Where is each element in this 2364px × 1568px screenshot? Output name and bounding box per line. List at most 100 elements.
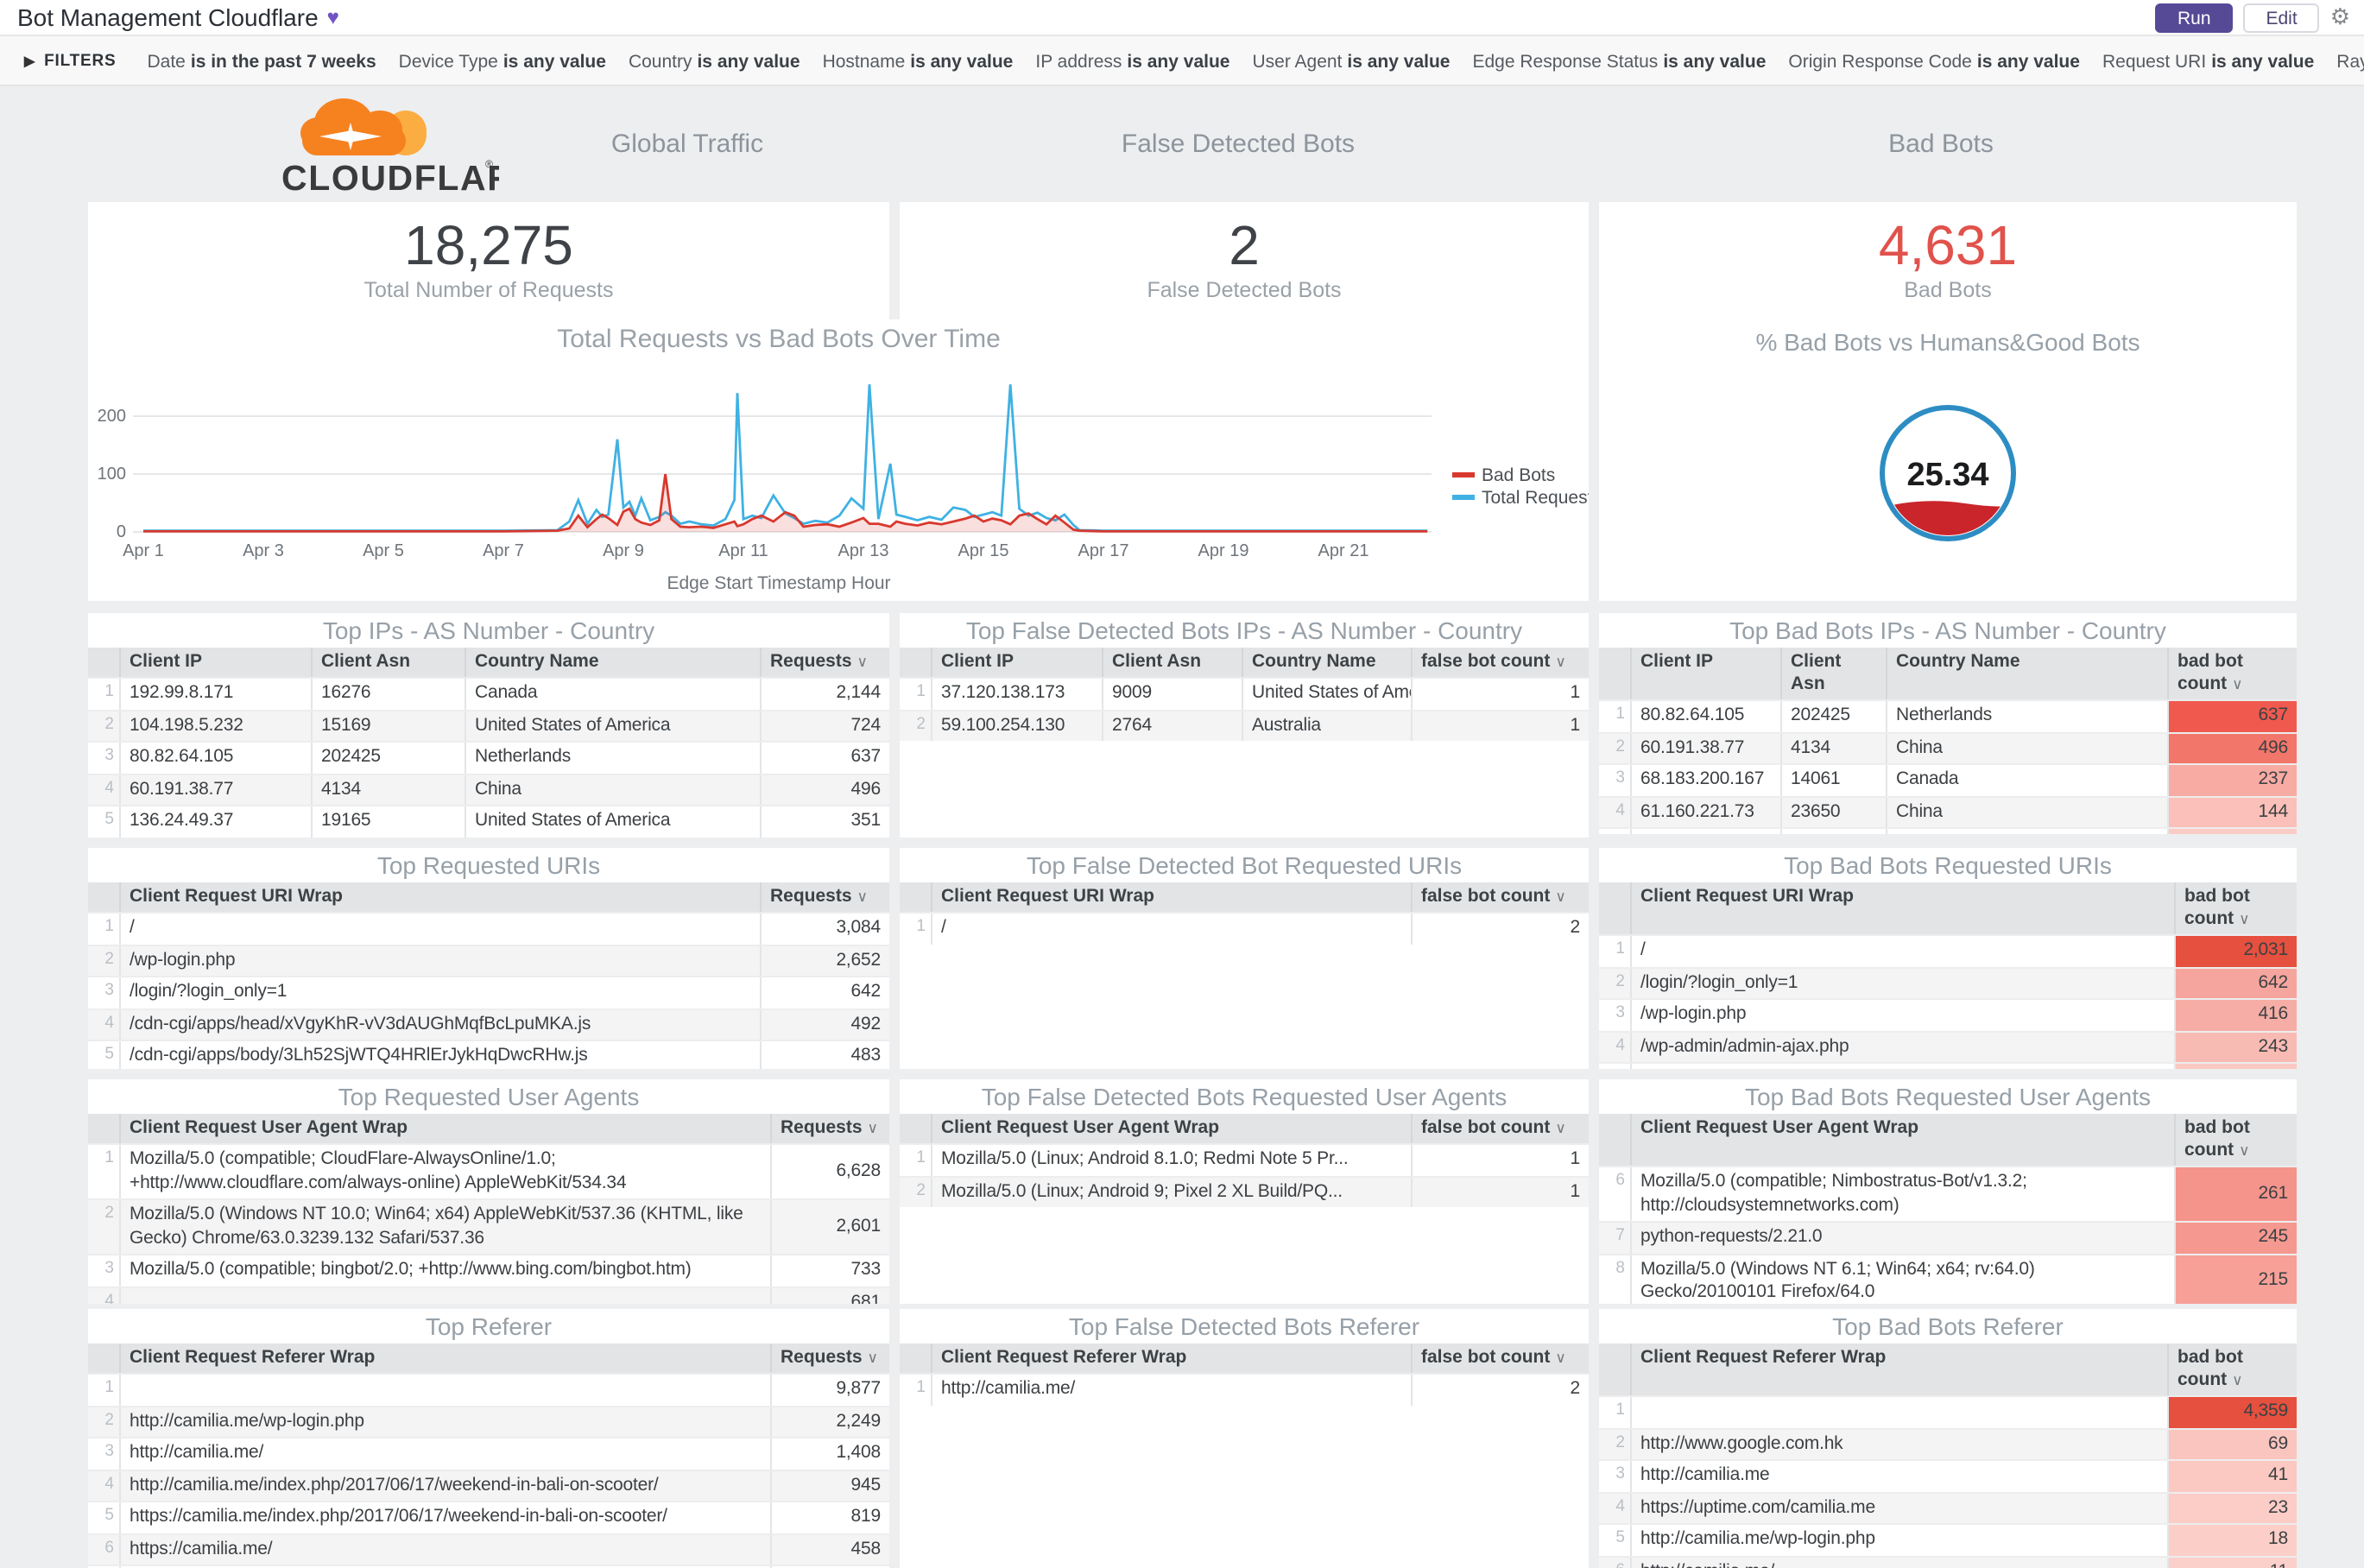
column-header: Client IP [1630,648,1780,699]
cell [119,1287,770,1304]
chart-title: Total Requests vs Bad Bots Over Time [557,325,1001,353]
row-number: 6 [1615,1171,1625,1190]
table-row: 3 http://camilia.me/1,408 [88,1437,889,1469]
cell: python-requests/2.21.0 [1630,1223,2174,1253]
cell: 642 [2174,968,2297,998]
cell: 3,084 [760,914,889,944]
run-button[interactable]: Run [2154,3,2234,32]
row-number: 4 [1615,1035,1625,1054]
cell [1630,1397,2167,1427]
filter-field: Country [628,52,692,73]
filter-item[interactable]: Device Type is any value [399,52,606,73]
row-number: 4 [104,1013,114,1032]
cell: United States of America [1242,679,1411,709]
table-header-row: Client Request URI Wrap bad bot count ∨ [1599,882,2297,934]
column-header[interactable]: false bot count ∨ [1411,1114,1589,1143]
gauge-tile-bad-bots-percent: % Bad Bots vs Humans&Good Bots 25.34 [1599,319,2297,601]
column-header[interactable]: Requests ∨ [770,1344,889,1373]
column-header: Client IP [931,648,1102,677]
cell: 19165 [311,806,465,837]
table-row: 3/login/?login_only=1 642 [88,976,889,1008]
filter-item[interactable]: User Agent is any value [1253,52,1451,73]
filter-item[interactable]: Hostname is any value [823,52,1014,73]
filter-item[interactable]: Request URI is any value [2102,52,2314,73]
filter-item[interactable]: Edge Response Status is any value [1473,52,1767,73]
table-row: 1 /3,084 [88,912,889,944]
column-header: Client Asn [1102,648,1242,677]
tile-title: Top IPs - AS Number - Country [322,616,655,644]
registered-mark: ® [485,158,493,170]
column-header[interactable]: Requests ∨ [770,1114,889,1143]
cell: Canada [1886,765,2167,795]
column-header[interactable]: false bot count ∨ [1411,882,1589,912]
gear-icon[interactable]: ⚙ [2330,3,2350,31]
row-number: 1 [104,917,114,936]
filter-item[interactable]: IP address is any value [1035,52,1229,73]
cell: 104.198.5.232 [119,711,311,741]
tile-title: Top False Detected Bots Requested User A… [981,1083,1508,1110]
column-header: Client Request URI Wrap [119,882,760,912]
row-number: 5 [1599,829,1630,834]
row-number: 1 [1615,939,1625,958]
column-header[interactable]: Requests ∨ [760,648,889,677]
cell: /xmlrpc.php [1630,1064,2174,1069]
table-false-bot-ips: Top False Detected Bots IPs - AS Number … [900,613,1589,838]
page-title: Bot Management Cloudflare [17,3,319,31]
cell: Netherlands [1886,701,2167,731]
cell: 80.82.64.105 [1630,701,1780,731]
table-header-row: Client Request User Agent Wrap Requests ∨ [88,1114,889,1143]
cell: 492 [760,1009,889,1040]
chart-tile-requests-vs-bad-bots: Total Requests vs Bad Bots Over Time 0 100… [88,319,1589,601]
cell: Canada [465,679,760,709]
row-number: 2 [916,714,926,733]
filter-condition: is any value [1127,52,1230,73]
cell: 1 [1411,679,1589,709]
column-header[interactable]: bad bot count ∨ [2174,1114,2297,1166]
table-header-row: Client Request URI Wrap false bot count ∨ [900,882,1589,912]
sort-desc-icon: ∨ [1555,653,1566,670]
filter-field: Edge Response Status [1472,52,1659,73]
cell: Mozilla/5.0 (compatible; Nimbostratus-Bo… [1630,1167,2174,1221]
row-number: 1 [916,917,926,936]
cell: https://uptime.com/camilia.me [1630,1493,2167,1523]
cell [119,1375,770,1405]
row-number: 2 [1615,737,1625,756]
column-header[interactable]: bad bot count ∨ [2167,1344,2297,1395]
column-header[interactable]: bad bot count ∨ [2167,648,2297,699]
column-header[interactable]: Requests ∨ [760,882,889,912]
filter-field: Request URI [2102,52,2207,73]
kpi-false-detected-bots: 2 False Detected Bots [900,202,1589,326]
cell: 637 [760,743,889,773]
top-bar: Bot Management Cloudflare ♥ Run Edit ⚙ [0,0,2364,36]
x-tick-label: Apr 21 [1318,541,1369,560]
legend-label[interactable]: Total Requests [1482,488,1589,508]
filters-toggle[interactable]: ▶ FILTERS [24,51,117,70]
column-header: Country Name [1242,648,1411,677]
row-number: 3 [1615,768,1625,787]
cell: 637 [2167,701,2297,731]
row-number: 1 [1615,705,1625,724]
filter-item[interactable]: Origin Response Code is any value [1788,52,2080,73]
table-top-uris: Top Requested URIs Client Request URI Wra… [88,848,889,1069]
legend-label[interactable]: Bad Bots [1482,465,1555,485]
x-tick-label: Apr 15 [958,541,1009,560]
filter-field: Hostname [822,52,906,73]
row-number: 5 [104,810,114,829]
cell: China [1886,733,2167,763]
filter-item[interactable]: Country is any value [629,52,800,73]
table-header-row: Client Request Referer Wrap Requests ∨ [88,1344,889,1373]
filter-item[interactable]: Date is in the past 7 weeks [148,52,376,73]
table-top-referer: Top Referer Client Request Referer Wrap Re… [88,1309,889,1568]
column-header[interactable]: false bot count ∨ [1411,648,1589,677]
table-header-row: Client IP Client Asn Country Name bad bot c… [1599,648,2297,699]
edit-button[interactable]: Edit [2243,3,2320,32]
filter-item[interactable]: RayIDis any value [2336,52,2364,73]
cell: 37.120.138.173 [931,679,1102,709]
column-header[interactable]: false bot count ∨ [1411,1344,1589,1373]
cell: 215 [2174,1255,2297,1304]
cell: 1 [1411,711,1589,741]
cell: http://camilia.me/wp-login.php [1630,1525,2167,1555]
column-header: Client Request Referer Wrap [119,1344,770,1373]
column-header[interactable]: bad bot count ∨ [2174,882,2297,934]
cell: 724 [760,711,889,741]
